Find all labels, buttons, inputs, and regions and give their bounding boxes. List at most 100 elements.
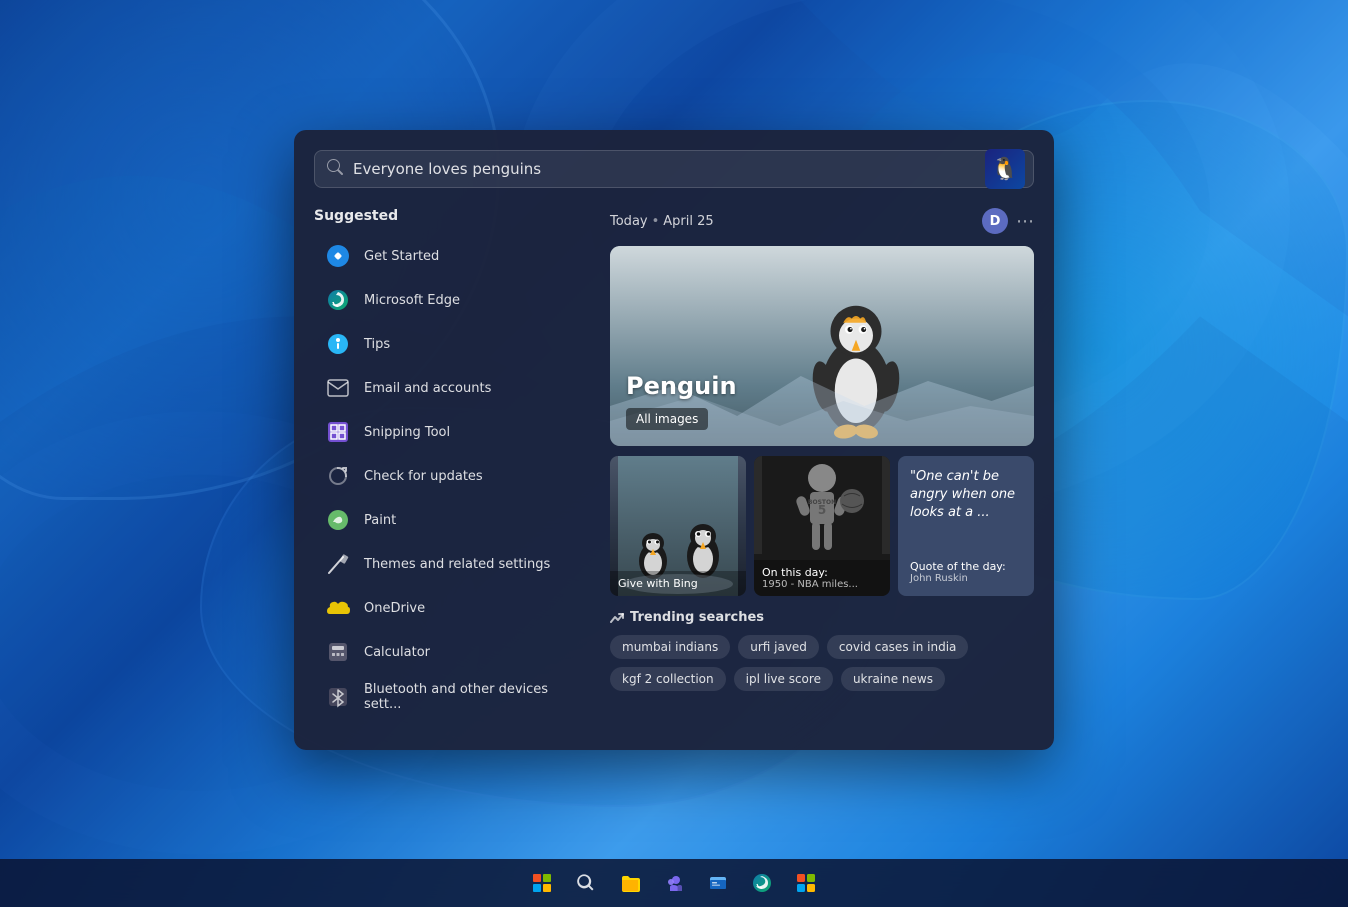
taskbar-edge-button[interactable]: [742, 863, 782, 903]
tips-icon: [324, 330, 352, 358]
edge-icon: [324, 286, 352, 314]
taskbar-teams-icon: [664, 873, 684, 893]
trending-icon: [610, 611, 624, 625]
taskbar-search-icon: [577, 874, 595, 892]
tag-ipl[interactable]: ipl live score: [734, 667, 833, 691]
paint-label: Paint: [364, 513, 396, 528]
paint-icon: [324, 506, 352, 534]
trending-section: Trending searches mumbai indians urfi ja…: [610, 610, 1034, 691]
tag-ukraine[interactable]: ukraine news: [841, 667, 945, 691]
bluetooth-icon: [324, 683, 352, 711]
calculator-label: Calculator: [364, 645, 430, 660]
today-panel: Today • April 25 D ⋯: [610, 208, 1034, 720]
hero-badge[interactable]: All images: [626, 408, 708, 430]
history-image: 5 BOSTON: [754, 456, 890, 554]
suggested-item-email[interactable]: Email and accounts: [314, 366, 594, 410]
quote-label: Quote of the day:: [910, 560, 1022, 573]
trending-label: Trending searches: [630, 610, 764, 625]
tips-label: Tips: [364, 337, 390, 352]
hero-card[interactable]: Penguin All images: [610, 246, 1034, 446]
email-label: Email and accounts: [364, 381, 491, 396]
suggested-item-tips[interactable]: Tips: [314, 322, 594, 366]
tag-covid[interactable]: covid cases in india: [827, 635, 968, 659]
win-square-1: [533, 874, 541, 882]
bing-card-label: Give with Bing: [618, 577, 738, 590]
snipping-icon: [324, 418, 352, 446]
more-options-button[interactable]: ⋯: [1016, 211, 1034, 232]
suggested-item-calculator[interactable]: Calculator: [314, 630, 594, 674]
taskbar-edge-icon: [752, 873, 772, 893]
search-avatar-decoration: 🐧: [985, 149, 1025, 189]
quote-card-inner: "One can't be angry when one looks at a …: [898, 456, 1034, 596]
taskbar-store-icon: [796, 873, 816, 893]
cards-row: Give with Bing: [610, 456, 1034, 596]
windows-logo: [533, 874, 551, 892]
menu-body: Suggested Get Started: [314, 208, 1034, 720]
card-quote[interactable]: "One can't be angry when one looks at a …: [898, 456, 1034, 596]
search-text[interactable]: Everyone loves penguins: [353, 160, 1021, 178]
history-card-footer: On this day: 1950 - NBA miles...: [754, 560, 890, 596]
history-card-label: On this day:: [762, 566, 882, 579]
today-controls: D ⋯: [982, 208, 1034, 234]
svg-text:BOSTON: BOSTON: [808, 499, 836, 506]
start-menu: Everyone loves penguins 🐧 Suggested Get …: [294, 130, 1054, 750]
get-started-icon: [324, 242, 352, 270]
quote-text: "One can't be angry when one looks at a …: [910, 468, 1022, 523]
suggested-item-onedrive[interactable]: OneDrive: [314, 586, 594, 630]
user-avatar[interactable]: D: [982, 208, 1008, 234]
taskbar-store-button[interactable]: [786, 863, 826, 903]
suggested-title: Suggested: [314, 208, 594, 224]
trending-title: Trending searches: [610, 610, 1034, 625]
basketball-player-svg: 5 BOSTON: [754, 456, 890, 554]
win-square-4: [543, 884, 551, 892]
suggested-item-get-started[interactable]: Get Started: [314, 234, 594, 278]
taskbar-start-button[interactable]: [522, 863, 562, 903]
onedrive-label: OneDrive: [364, 601, 425, 616]
taskbar: [0, 859, 1348, 907]
hero-label: Penguin All images: [626, 372, 737, 430]
card-give-bing[interactable]: Give with Bing: [610, 456, 746, 596]
today-label: Today: [610, 214, 648, 229]
today-header: Today • April 25 D ⋯: [610, 208, 1034, 234]
dot-separator: •: [652, 214, 660, 229]
tag-kgf[interactable]: kgf 2 collection: [610, 667, 726, 691]
suggested-item-updates[interactable]: Check for updates: [314, 454, 594, 498]
taskbar-filemanager-button[interactable]: [698, 863, 738, 903]
card-on-this-day[interactable]: 5 BOSTON: [754, 456, 890, 596]
trending-tags: mumbai indians urfi javed covid cases in…: [610, 635, 1034, 691]
snipping-label: Snipping Tool: [364, 425, 450, 440]
onedrive-icon: [324, 594, 352, 622]
taskbar-filemanager-icon: [708, 873, 728, 893]
quote-attribution: Quote of the day: John Ruskin: [910, 560, 1022, 584]
win-square-3: [533, 884, 541, 892]
history-card-sub: 1950 - NBA miles...: [762, 579, 882, 590]
edge-label: Microsoft Edge: [364, 293, 460, 308]
bing-card-footer: Give with Bing: [610, 571, 746, 596]
suggested-item-paint[interactable]: Paint: [314, 498, 594, 542]
updates-label: Check for updates: [364, 469, 483, 484]
email-icon: [324, 374, 352, 402]
tag-mumbai-indians[interactable]: mumbai indians: [610, 635, 730, 659]
taskbar-files-button[interactable]: [610, 863, 650, 903]
calculator-icon: [324, 638, 352, 666]
suggested-item-snipping[interactable]: Snipping Tool: [314, 410, 594, 454]
themes-icon: [324, 550, 352, 578]
get-started-label: Get Started: [364, 249, 439, 264]
quote-author: John Ruskin: [910, 573, 1022, 584]
taskbar-files-icon: [620, 874, 640, 892]
themes-label: Themes and related settings: [364, 557, 550, 572]
tag-urfi-javed[interactable]: urfi javed: [738, 635, 819, 659]
suggested-item-edge[interactable]: Microsoft Edge: [314, 278, 594, 322]
search-bar[interactable]: Everyone loves penguins 🐧: [314, 150, 1034, 188]
suggested-item-themes[interactable]: Themes and related settings: [314, 542, 594, 586]
suggested-panel: Suggested Get Started: [314, 208, 594, 720]
win-square-2: [543, 874, 551, 882]
today-date-text: Today • April 25: [610, 214, 714, 229]
taskbar-teams-button[interactable]: [654, 863, 694, 903]
suggested-item-bluetooth[interactable]: Bluetooth and other devices sett...: [314, 674, 594, 720]
bluetooth-label: Bluetooth and other devices sett...: [364, 682, 584, 712]
date-display: April 25: [663, 214, 713, 229]
taskbar-search-button[interactable]: [566, 863, 606, 903]
search-icon: [327, 159, 343, 179]
hero-title: Penguin: [626, 372, 737, 400]
